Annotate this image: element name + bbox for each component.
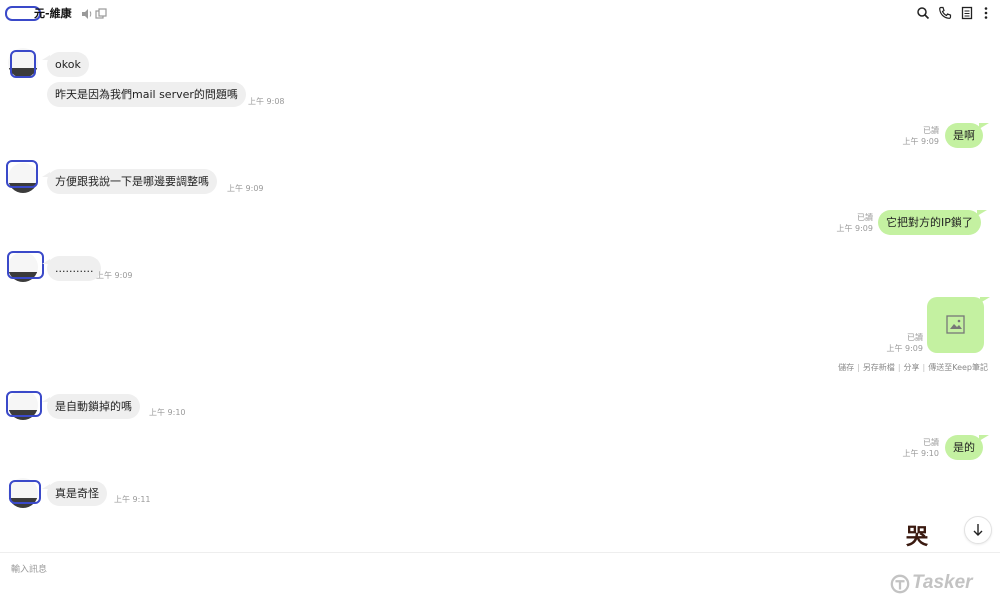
message-time: 上午 9:09 (96, 271, 133, 280)
message-bubble[interactable]: 它把對方的IP鎖了 (878, 210, 987, 235)
message-meta: 已讀 上午 9:09 (822, 212, 873, 234)
message-time: 上午 9:10 (149, 408, 186, 417)
message-time: 上午 9:11 (114, 495, 151, 504)
arrow-down-icon (973, 524, 983, 536)
message-bubble[interactable]: okok (42, 52, 89, 77)
message-bubble[interactable]: ........... (41, 256, 102, 281)
message-composer[interactable]: 輸入訊息 (0, 552, 1000, 607)
read-status: 已讀 (857, 213, 873, 222)
redacted-avatar (9, 480, 41, 504)
read-status: 已讀 (923, 126, 939, 135)
message-bubble[interactable]: 是的 (945, 435, 989, 460)
image-message[interactable] (927, 297, 990, 353)
chat-title: 元-維康 (34, 7, 72, 20)
message-time: 上午 9:09 (886, 344, 923, 353)
more-icon[interactable] (979, 6, 993, 20)
call-icon[interactable] (938, 6, 952, 20)
image-placeholder-icon (946, 315, 965, 334)
redacted-avatar (6, 391, 42, 417)
message-bubble[interactable]: 是啊 (945, 123, 989, 148)
share-link[interactable]: 分享 (904, 363, 920, 372)
action-separator: | (922, 363, 926, 372)
watermark-text: Tasker (912, 572, 973, 593)
image-actions: 儲存 | 另存新檔 | 分享 | 傳送至Keep筆記 (838, 362, 988, 373)
message-time: 上午 9:08 (248, 97, 285, 106)
search-icon[interactable] (916, 6, 930, 20)
save-link[interactable]: 儲存 (838, 363, 854, 372)
tasker-logo-icon (890, 574, 910, 594)
mute-icon[interactable] (80, 7, 94, 21)
redacted-avatar (6, 160, 38, 188)
save-as-link[interactable]: 另存新檔 (863, 363, 895, 372)
read-status: 已讀 (907, 333, 923, 342)
notes-icon[interactable] (960, 6, 974, 20)
message-bubble[interactable]: 真是奇怪 (42, 481, 107, 506)
message-bubble[interactable]: 方便跟我說一下是哪邊要調整嗎 (42, 169, 217, 194)
sticker-preview[interactable]: 哭 (906, 526, 928, 550)
popout-icon[interactable] (94, 7, 108, 21)
read-status: 已讀 (923, 438, 939, 447)
message-meta: 已讀 上午 9:09 (890, 125, 939, 147)
message-meta: 已讀 上午 9:10 (890, 437, 939, 459)
message-time: 上午 9:09 (902, 137, 939, 146)
message-bubble[interactable]: 是自動鎖掉的嗎 (42, 394, 140, 419)
chat-header: 元-維康 (0, 0, 1000, 26)
message-input[interactable]: 輸入訊息 (11, 562, 47, 575)
scroll-to-bottom-button[interactable] (964, 516, 992, 544)
send-to-keep-link[interactable]: 傳送至Keep筆記 (928, 363, 988, 372)
action-separator: | (897, 363, 901, 372)
redacted-avatar (7, 251, 44, 279)
message-bubble[interactable]: 昨天是因為我們mail server的問題嗎 (47, 82, 246, 107)
redacted-avatar (10, 50, 36, 78)
message-meta: 已讀 上午 9:09 (872, 332, 923, 354)
watermark: Tasker (890, 572, 986, 598)
action-separator: | (857, 363, 860, 372)
message-time: 上午 9:09 (227, 184, 264, 193)
message-time: 上午 9:10 (902, 449, 939, 458)
message-time: 上午 9:09 (836, 224, 873, 233)
